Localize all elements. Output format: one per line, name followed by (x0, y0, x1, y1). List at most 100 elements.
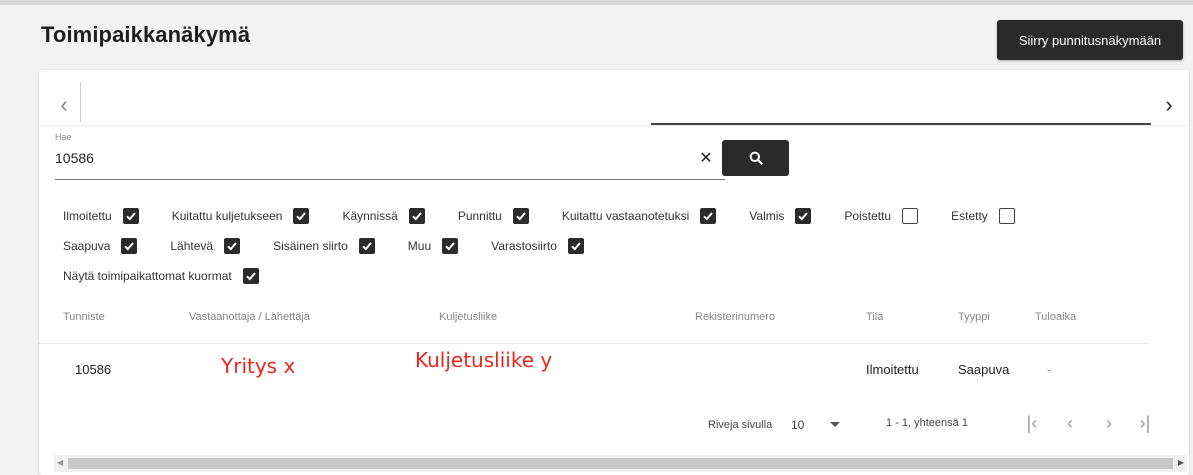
column-header-tunniste[interactable]: Tunniste (63, 311, 105, 323)
checkbox-checked[interactable] (442, 238, 459, 254)
search-input[interactable] (55, 146, 655, 170)
checkbox-unchecked[interactable] (902, 208, 919, 224)
checkmark-icon (296, 212, 307, 221)
filter-kuitattu-vastaanotetuksi[interactable]: Kuitattu vastaanotetuksi (561, 208, 717, 224)
column-header-type[interactable]: Tyyppi (958, 311, 990, 323)
checkbox-checked[interactable] (795, 208, 812, 224)
search-button[interactable] (722, 140, 789, 176)
pagination: Riveja sivulla 10 1 - 1, yhteensä 1 |‹ ‹… (39, 405, 1189, 445)
cell-tunniste: 10586 (75, 362, 112, 377)
checkmark-icon (798, 212, 809, 221)
last-page-icon[interactable]: ›| (1133, 411, 1157, 435)
search-field: Hae ✕ (55, 130, 725, 180)
column-header-recipient[interactable]: Vastaanottaja / Lähettäjä (189, 311, 310, 323)
page-title: Toimipaikkanäkymä (41, 22, 251, 47)
table-row[interactable]: 10586 Yritys x Kuljetusliike y Ilmoitett… (39, 345, 1149, 397)
search-icon (749, 151, 763, 165)
checkmark-icon (124, 242, 135, 251)
clear-icon[interactable]: ✕ (695, 148, 717, 170)
filter-lahteva[interactable]: Lähtevä (170, 238, 241, 254)
scroll-left-icon[interactable]: ◀ (57, 458, 63, 467)
table-header: Tunniste Vastaanottaja / Lähettäjä Kulje… (39, 302, 1149, 344)
checkbox-checked[interactable] (700, 208, 717, 224)
checkbox-checked[interactable] (567, 238, 584, 254)
filter-saapuva[interactable]: Saapuva (63, 238, 138, 254)
checkmark-icon (362, 242, 372, 251)
checkmark-icon (703, 212, 714, 221)
filter-estetty[interactable]: Estetty (951, 208, 1015, 224)
filter-row-status: Ilmoitettu Kuitattu kuljetukseen Käynnissä… (63, 203, 1173, 229)
filter-label: Kuitattu vastaanotetuksi (561, 209, 690, 223)
cell-status: Ilmoitettu (866, 362, 919, 377)
checkmark-icon (246, 272, 256, 281)
filter-label: Lähtevä (170, 239, 214, 253)
tab-bar: ‹ › (39, 78, 1189, 126)
checkbox-checked[interactable] (408, 208, 425, 224)
scroll-right-icon[interactable]: ▶ (1178, 458, 1184, 467)
cell-arrival: - (1047, 362, 1052, 377)
go-to-weighing-view-button[interactable]: Siirry punnitusnäkymään (997, 20, 1183, 60)
filter-varastosiirto[interactable]: Varastosiirto (491, 238, 584, 254)
filter-kuitattu-kuljetukseen[interactable]: Kuitattu kuljetukseen (172, 208, 310, 224)
scrollbar-thumb[interactable] (68, 458, 1173, 469)
filter-label: Muu (407, 239, 432, 253)
filter-label: Valmis (749, 209, 785, 223)
checkbox-checked[interactable] (293, 208, 310, 224)
filter-row-extra: Näytä toimipaikattomat kuormat (63, 263, 1173, 289)
cell-type: Saapuva (958, 362, 1010, 377)
checkbox-checked[interactable] (358, 238, 375, 254)
column-header-status[interactable]: Tila (866, 311, 883, 323)
checkbox-unchecked[interactable] (998, 208, 1015, 224)
filter-label: Punnittu (457, 209, 502, 223)
checkmark-icon (445, 242, 455, 251)
checkmark-icon (571, 242, 581, 251)
chevron-right-icon[interactable]: › (1154, 90, 1184, 120)
checkmark-icon (125, 212, 136, 221)
filter-row-type: Saapuva Lähtevä Sisäinen siirto Muu Varastos… (63, 233, 1173, 259)
checkbox-checked[interactable] (224, 238, 241, 254)
next-page-icon[interactable]: › (1097, 411, 1121, 435)
checkbox-checked[interactable] (122, 208, 139, 224)
filter-valmis[interactable]: Valmis (749, 208, 812, 224)
column-header-registration[interactable]: Rekisterinumero (695, 311, 775, 323)
checkmark-icon (412, 212, 422, 221)
main-card: ‹ › Hae ✕ Ilmoitettu Kuitattu kuljetuksee… (39, 70, 1189, 475)
filter-label: Poistettu (844, 209, 892, 223)
top-border (0, 0, 1193, 5)
caret-down-icon[interactable] (830, 422, 840, 427)
filter-label: Saapuva (63, 239, 111, 253)
filter-ilmoitettu[interactable]: Ilmoitettu (63, 208, 139, 224)
checkbox-checked[interactable] (512, 208, 529, 224)
horizontal-scrollbar[interactable]: ◀ ▶ (54, 455, 1187, 472)
column-header-carrier[interactable]: Kuljetusliike (439, 311, 497, 323)
cell-carrier: Kuljetusliike y (415, 348, 553, 372)
checkbox-checked[interactable] (121, 238, 138, 254)
filter-poistettu[interactable]: Poistettu (844, 208, 919, 224)
filter-label: Ilmoitettu (63, 209, 112, 223)
rows-per-page-select[interactable]: 10 (791, 418, 804, 432)
rows-per-page-label: Riveja sivulla (708, 419, 773, 431)
filter-sisainen-siirto[interactable]: Sisäinen siirto (273, 238, 375, 254)
checkbox-checked[interactable] (242, 268, 259, 284)
tab-divider (80, 82, 81, 122)
checkmark-icon (516, 212, 526, 221)
filter-label: Käynnissä (342, 209, 398, 223)
pagination-range: 1 - 1, yhteensä 1 (886, 417, 968, 429)
filter-label: Sisäinen siirto (273, 239, 348, 253)
chevron-left-icon[interactable]: ‹ (49, 90, 79, 120)
filter-label: Kuitattu kuljetukseen (171, 209, 283, 223)
filter-punnittu[interactable]: Punnittu (458, 208, 529, 224)
tab-indicator (651, 123, 1151, 125)
filter-label: Varastosiirto (491, 239, 557, 253)
status-filters: Ilmoitettu Kuitattu kuljetukseen Käynnissä… (63, 203, 1173, 293)
first-page-icon[interactable]: |‹ (1020, 411, 1044, 435)
previous-page-icon[interactable]: ‹ (1058, 411, 1082, 435)
cell-recipient: Yritys x (221, 354, 296, 378)
filter-nayta-toimipaikattomat-kuormat[interactable]: Näytä toimipaikattomat kuormat (63, 268, 259, 284)
filter-label: Näytä toimipaikattomat kuormat (63, 269, 232, 283)
search-label: Hae (55, 132, 72, 142)
filter-kaynnissa[interactable]: Käynnissä (342, 208, 425, 224)
checkmark-icon (227, 242, 237, 251)
column-header-arrival[interactable]: Tuloaika (1035, 311, 1076, 323)
filter-muu[interactable]: Muu (407, 238, 459, 254)
